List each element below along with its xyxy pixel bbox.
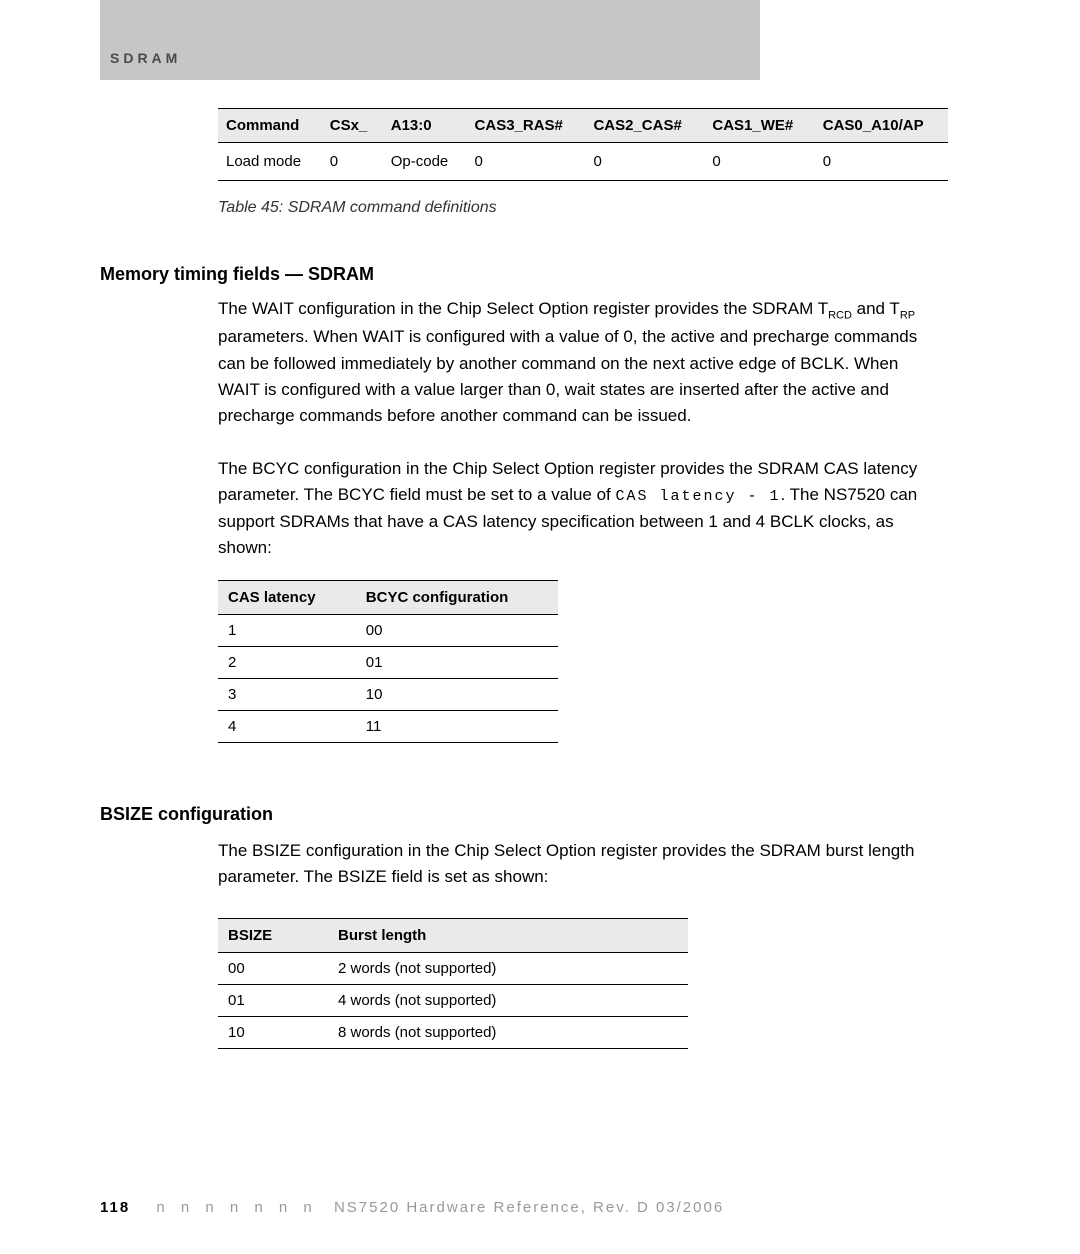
th-bcyc: BCYC configuration [356, 581, 558, 615]
para-wait-config: The WAIT configuration in the Chip Selec… [218, 296, 938, 430]
para-bsize: The BSIZE configuration in the Chip Sele… [218, 838, 938, 891]
subscript-rcd: RCD [828, 309, 852, 321]
subscript-rp: RP [900, 309, 915, 321]
table-header-row: BSIZE Burst length [218, 919, 688, 953]
td: 00 [218, 953, 328, 985]
td: 2 words (not supported) [328, 953, 688, 985]
table-row: 1 00 [218, 615, 558, 647]
td: 10 [218, 1017, 328, 1049]
para-bcyc-config: The BCYC configuration in the Chip Selec… [218, 456, 938, 561]
td: 1 [218, 615, 356, 647]
table-row: 00 2 words (not supported) [218, 953, 688, 985]
td: 01 [218, 985, 328, 1017]
table45-caption: Table 45: SDRAM command definitions [218, 199, 948, 217]
th-burst: Burst length [328, 919, 688, 953]
table-row: 2 01 [218, 647, 558, 679]
th-cas1: CAS1_WE# [704, 109, 814, 143]
th-cas0: CAS0_A10/AP [815, 109, 948, 143]
bsize-table-block: BSIZE Burst length 00 2 words (not suppo… [218, 918, 688, 1049]
cas-table-block: CAS latency BCYC configuration 1 00 2 01… [218, 580, 558, 743]
page-number: 118 [100, 1199, 130, 1216]
th-bsize: BSIZE [218, 919, 328, 953]
code-cas-latency: CAS latency - 1 [616, 488, 781, 505]
th-command: Command [218, 109, 322, 143]
text: The WAIT configuration in the Chip Selec… [218, 299, 828, 318]
page-footer: 118 n n n n n n n NS7520 Hardware Refere… [100, 1199, 960, 1216]
bsize-table: BSIZE Burst length 00 2 words (not suppo… [218, 918, 688, 1049]
td: 2 [218, 647, 356, 679]
td: 0 [704, 143, 814, 181]
table45-block: Command CSx_ A13:0 CAS3_RAS# CAS2_CAS# C… [218, 108, 948, 217]
td: 4 [218, 711, 356, 743]
th-csx: CSx_ [322, 109, 383, 143]
table-header-row: Command CSx_ A13:0 CAS3_RAS# CAS2_CAS# C… [218, 109, 948, 143]
td: 0 [322, 143, 383, 181]
td: 3 [218, 679, 356, 711]
header-band [100, 0, 760, 80]
text: and T [852, 299, 900, 318]
table-row: Load mode 0 Op-code 0 0 0 0 [218, 143, 948, 181]
table-row: 10 8 words (not supported) [218, 1017, 688, 1049]
th-cas2: CAS2_CAS# [585, 109, 704, 143]
td: 0 [585, 143, 704, 181]
td: 4 words (not supported) [328, 985, 688, 1017]
td: 01 [356, 647, 558, 679]
th-cas3: CAS3_RAS# [467, 109, 586, 143]
command-table: Command CSx_ A13:0 CAS3_RAS# CAS2_CAS# C… [218, 108, 948, 181]
heading-memory-timing: Memory timing fields — SDRAM [100, 264, 374, 285]
table-row: 4 11 [218, 711, 558, 743]
text: parameters. When WAIT is configured with… [218, 327, 917, 425]
cas-latency-table: CAS latency BCYC configuration 1 00 2 01… [218, 580, 558, 743]
td: 0 [467, 143, 586, 181]
th-a13: A13:0 [383, 109, 467, 143]
table-row: 01 4 words (not supported) [218, 985, 688, 1017]
th-cas-latency: CAS latency [218, 581, 356, 615]
heading-bsize: BSIZE configuration [100, 804, 273, 825]
table-row: 3 10 [218, 679, 558, 711]
table-header-row: CAS latency BCYC configuration [218, 581, 558, 615]
footer-doc-title: NS7520 Hardware Reference, Rev. D 03/200… [334, 1199, 724, 1216]
td: Op-code [383, 143, 467, 181]
td: 10 [356, 679, 558, 711]
td: Load mode [218, 143, 322, 181]
td: 00 [356, 615, 558, 647]
footer-dots: n n n n n n n [156, 1199, 317, 1216]
page: SDRAM Command CSx_ A13:0 CAS3_RAS# CAS2_… [0, 0, 1080, 1254]
header-section-label: SDRAM [110, 50, 181, 66]
td: 8 words (not supported) [328, 1017, 688, 1049]
td: 0 [815, 143, 948, 181]
td: 11 [356, 711, 558, 743]
